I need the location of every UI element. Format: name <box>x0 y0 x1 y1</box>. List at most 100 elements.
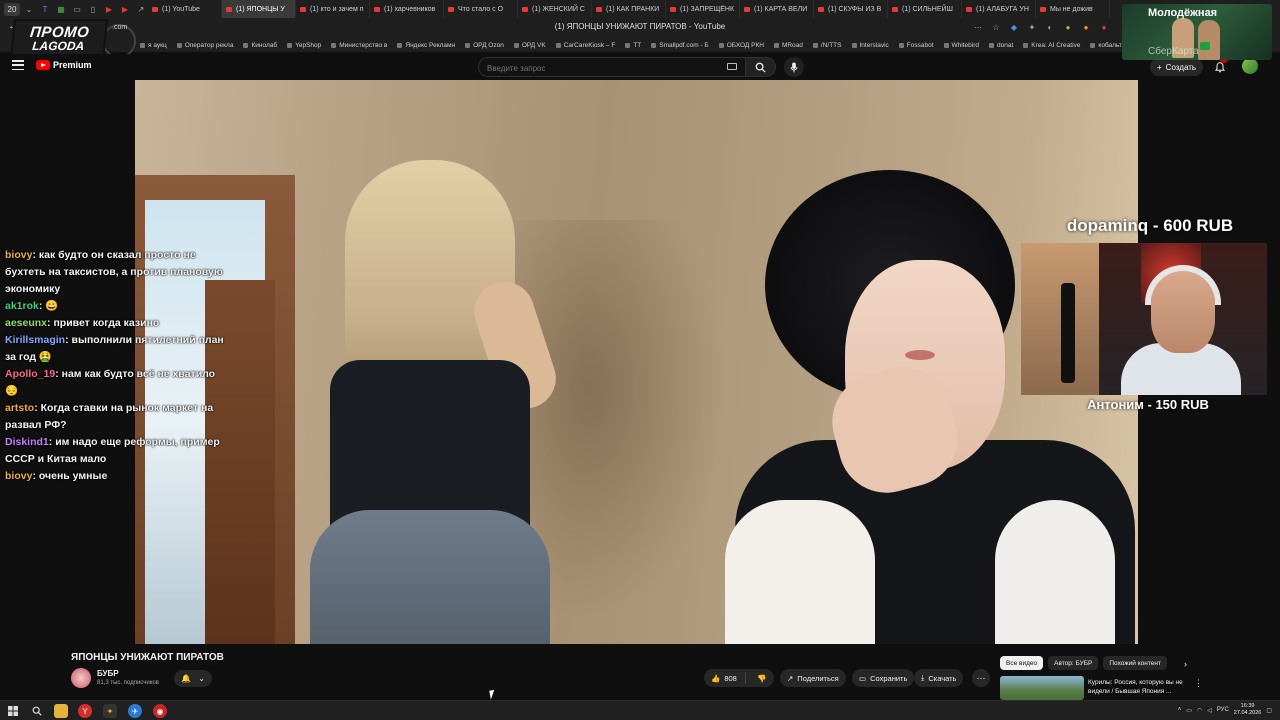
chat-message-text: очень умные <box>38 470 108 482</box>
download-button-label: Скачать <box>928 673 957 683</box>
account-avatar[interactable] <box>1242 58 1258 74</box>
sponsor-subtitle: СберКарта <box>1148 46 1199 57</box>
bookmark-item[interactable]: donat <box>989 42 1013 49</box>
pinned-tab-icon[interactable]: ▯ <box>86 2 100 16</box>
youtube-favicon-icon <box>300 6 306 12</box>
tray-chevron-up-icon[interactable]: ˄ <box>1178 707 1182 713</box>
yandex-browser-icon[interactable]: Y <box>78 704 92 718</box>
file-explorer-icon[interactable] <box>54 704 68 718</box>
filter-chip[interactable]: Автор: БУБР <box>1048 656 1099 670</box>
browser-tab[interactable]: (1) харчевников <box>370 0 444 18</box>
channel-avatar[interactable] <box>71 668 91 688</box>
browser-tab[interactable]: (1) кто и зачем п <box>296 0 370 18</box>
bookmark-item[interactable]: Оператор рекла <box>177 42 234 49</box>
pinned-tab-icon[interactable]: T <box>38 2 52 16</box>
bookmark-item[interactable]: Smallpdf.com - Б <box>651 42 708 49</box>
extension-icon[interactable]: ● <box>1098 21 1110 33</box>
create-button[interactable]: + Создать <box>1150 58 1204 76</box>
taskbar-app-icon[interactable]: ✦ <box>103 704 117 718</box>
taskbar-clock[interactable]: 16:39 27.04.2026 <box>1234 703 1262 717</box>
related-video-menu-icon[interactable]: ⋮ <box>1194 678 1203 689</box>
video-info-panel: ЯПОНЦЫ УНИЖАЮТ ПИРАТОВ БУБР 81,3 тыс. по… <box>0 644 1280 700</box>
related-video-thumbnail[interactable] <box>1000 676 1084 700</box>
browser-tab[interactable]: (1) ЗАПРЕЩЁНК <box>666 0 740 18</box>
volume-icon[interactable]: ◁ <box>1207 707 1212 714</box>
youtube-logo[interactable]: Premium <box>36 60 92 70</box>
filter-chip[interactable]: Похожий контент <box>1103 656 1167 670</box>
voice-search-button[interactable] <box>784 57 804 77</box>
bookmark-item[interactable]: ОРД VK <box>514 42 546 49</box>
browser-tab-label: (1) YouTube <box>162 5 200 13</box>
chevron-right-icon[interactable]: › <box>1184 659 1187 669</box>
bookmark-item[interactable]: CarCareKiosk – F <box>556 42 616 49</box>
bookmark-item[interactable]: TT <box>625 42 641 49</box>
pinned-tab-icon[interactable]: ▦ <box>54 2 68 16</box>
promo-line-1: ПРОМО <box>29 23 91 41</box>
bookmark-item[interactable]: MRoad <box>774 42 803 49</box>
bookmark-item[interactable]: ОБХОД РКН <box>719 42 764 49</box>
download-button[interactable]: ⤓ Скачать <box>914 669 964 687</box>
video-player[interactable] <box>135 80 1138 644</box>
browser-tab[interactable]: (1) КАРТА ВЕЛИ <box>740 0 814 18</box>
pinned-tab-icon[interactable]: ▶ <box>118 2 132 16</box>
browser-tab[interactable]: (1) СКУФЫ ИЗ В <box>814 0 888 18</box>
share-button[interactable]: ↗ Поделиться <box>780 669 846 687</box>
subscription-bell-button[interactable]: 🔔 ⌄ <box>174 670 212 687</box>
network-icon[interactable]: ▭ <box>1186 707 1192 714</box>
browser-tab[interactable]: (1) СИЛЬНЕЙШ <box>888 0 962 18</box>
search-button[interactable] <box>746 57 776 77</box>
bookmark-item[interactable]: Interslavic <box>852 42 889 49</box>
bookmark-item[interactable]: YepShop <box>287 42 321 49</box>
related-video-title[interactable]: Курилы: Россия, которую вы не видели / Б… <box>1088 678 1190 696</box>
browser-tab[interactable]: (1) КАК ПРАНКИ <box>592 0 666 18</box>
obs-icon[interactable]: ◉ <box>153 704 167 718</box>
telegram-icon[interactable]: ✈ <box>128 704 142 718</box>
extension-icon[interactable]: ● <box>1062 21 1074 33</box>
bookmark-item[interactable]: Fossabot <box>899 42 934 49</box>
extension-icon[interactable]: ◐ <box>1044 21 1056 33</box>
extension-icon[interactable]: ✦ <box>1026 21 1038 33</box>
tab-list-chevron-icon[interactable]: ⌄ <box>22 2 36 16</box>
input-language[interactable]: РУС <box>1217 707 1229 713</box>
wifi-icon[interactable]: ◠ <box>1197 707 1202 714</box>
menu-icon[interactable] <box>12 60 24 70</box>
donation-alert-bottom: Антоним - 150 RUB <box>1087 397 1209 412</box>
browser-tab[interactable]: (1) ЖЕНСКИЙ С <box>518 0 592 18</box>
browser-tab[interactable]: Мы не дожив <box>1036 0 1110 18</box>
related-video-item[interactable]: Курилы: Россия, которую вы не видели / Б… <box>1000 676 1200 700</box>
chat-message: Apollo_19: нам как будто всё не хватило … <box>5 368 216 397</box>
bookmark-item[interactable]: /N/TTS <box>813 42 842 49</box>
pinned-tab-icon[interactable]: ▭ <box>70 2 84 16</box>
bookmark-item[interactable]: я аукц <box>140 42 167 49</box>
more-actions-button[interactable]: ⋯ <box>972 669 990 687</box>
bookmark-icon[interactable]: ☆ <box>990 21 1002 33</box>
browser-tab[interactable]: Что стало с О <box>444 0 518 18</box>
notifications-icon[interactable]: ▢ <box>1266 707 1272 714</box>
pinned-tab-icon[interactable]: ↗ <box>134 2 148 16</box>
filter-chip[interactable]: Все видео <box>1000 656 1044 670</box>
bookmark-item[interactable]: Кинолаб <box>243 42 277 49</box>
bookmark-item[interactable]: Яндекс Рекламн <box>397 42 455 49</box>
like-button[interactable]: 👍 808 <box>704 672 746 684</box>
search-input[interactable] <box>479 59 709 78</box>
extension-icon[interactable]: ◆ <box>1008 21 1020 33</box>
bookmark-item[interactable]: Whitebird <box>944 42 979 49</box>
bookmark-item[interactable]: Министерство в <box>331 42 387 49</box>
windows-start-icon[interactable] <box>6 704 20 718</box>
taskbar-search-icon[interactable] <box>30 704 44 718</box>
channel-name[interactable]: БУБР <box>97 669 119 678</box>
extension-icon[interactable]: ● <box>1080 21 1092 33</box>
browser-tab[interactable]: (1) АЛАБУГА УН <box>962 0 1036 18</box>
pinned-tab-icon[interactable]: ▶ <box>102 2 116 16</box>
bookmark-item[interactable]: ОРД Ozon <box>465 42 504 49</box>
clock-date: 27.04.2026 <box>1233 710 1262 716</box>
bookmark-item[interactable]: Krea: AI Creative <box>1023 42 1080 49</box>
tab-count-badge[interactable]: 20 <box>4 2 20 16</box>
keyboard-icon[interactable] <box>727 63 737 70</box>
save-button[interactable]: ▭ Сохранить <box>852 669 915 687</box>
browser-tab[interactable]: (1) YouTube <box>148 0 222 18</box>
bookmark-item[interactable]: кобальт <box>1090 42 1121 49</box>
browser-tab[interactable]: (1) ЯПОНЦЫ У <box>222 0 296 18</box>
dislike-button[interactable]: 👎 <box>750 674 774 683</box>
more-icon[interactable]: ⋯ <box>972 21 984 33</box>
